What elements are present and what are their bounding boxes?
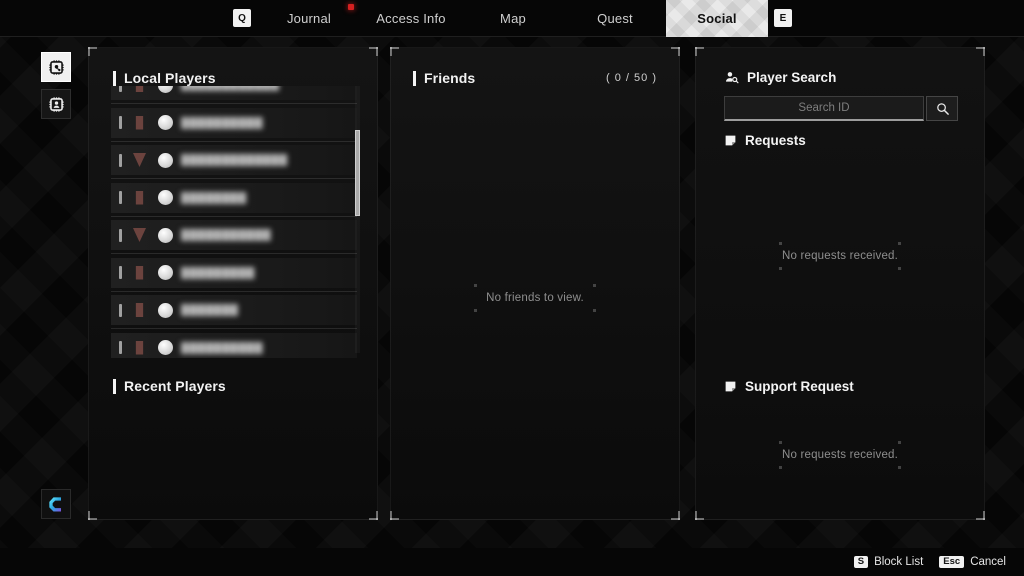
avatar	[158, 302, 173, 318]
player-status-bar-icon	[119, 153, 122, 167]
chip-network-icon	[48, 59, 64, 75]
player-rank-icon	[135, 115, 144, 130]
player-rank-icon	[133, 228, 146, 242]
recent-players-title: Recent Players	[124, 378, 226, 394]
prev-tab-key-q[interactable]: Q	[233, 9, 251, 27]
friends-count: ( 0 / 50 )	[606, 72, 657, 84]
local-players-panel: Local Players ██████████ █████████████ ███…	[88, 47, 378, 520]
chip-profile-icon	[48, 96, 64, 112]
support-request-heading: Support Request	[724, 379, 854, 394]
avatar	[158, 152, 173, 168]
tab-map[interactable]: Map	[462, 0, 564, 37]
requests-heading: Requests	[724, 133, 806, 148]
recent-players-heading: Recent Players	[113, 378, 226, 394]
search-id-input[interactable]	[724, 96, 924, 121]
player-status-bar-icon	[119, 191, 122, 204]
player-search-heading: Player Search	[724, 70, 836, 85]
player-name: ████████████	[181, 86, 279, 91]
heading-accent-bar	[413, 70, 416, 86]
local-player-row[interactable]: ███████	[111, 295, 357, 329]
avatar	[158, 86, 173, 93]
player-name: █████████	[181, 266, 255, 279]
local-player-row[interactable]: ████████████	[111, 86, 357, 104]
player-rank-icon	[133, 153, 146, 167]
footer-hint-cancel[interactable]: Esc Cancel	[939, 555, 1006, 569]
player-name: ███████████	[181, 229, 272, 241]
heading-accent-bar	[113, 378, 116, 394]
hint-label: Cancel	[970, 556, 1006, 568]
search-submit-button[interactable]	[926, 96, 958, 121]
note-icon	[724, 380, 737, 393]
scrollbar-thumb[interactable]	[355, 130, 360, 216]
requests-empty-message: No requests received.	[781, 250, 899, 262]
local-player-row[interactable]: ████████	[111, 182, 357, 217]
support-empty-message: No requests received.	[781, 449, 899, 461]
player-search-panel: Player Search Requests No requ	[695, 47, 985, 520]
player-name: ████████	[181, 191, 247, 204]
footer-hint-bar: S Block List Esc Cancel	[0, 548, 1024, 576]
player-rank-icon	[135, 303, 144, 317]
avatar	[158, 190, 173, 205]
heading-accent-bar	[113, 70, 116, 86]
player-name: █████████████	[181, 154, 288, 166]
player-search-bar	[724, 96, 958, 121]
local-player-row[interactable]: █████████████	[111, 145, 357, 179]
hint-label: Block List	[874, 556, 924, 568]
social-screen: Q JournalAccess InfoMapQuestSocial E	[0, 0, 1024, 576]
top-navigation-bar: Q Journal Access Info Map Quest Social E	[0, 0, 1024, 37]
avatar	[158, 227, 173, 243]
rail-item-chip-network[interactable]	[41, 52, 71, 82]
nav-tab-list: Journal Access Info Map Quest Social	[258, 0, 768, 37]
player-status-bar-icon	[119, 116, 122, 129]
tab-social[interactable]: Social	[666, 0, 768, 37]
friends-panel: Friends ( 0 / 50 ) No friends to view.	[390, 47, 680, 520]
notification-dot-icon	[348, 4, 354, 10]
local-player-row[interactable]: ██████████	[111, 107, 357, 142]
player-rank-icon	[135, 265, 144, 280]
player-name: ███████	[181, 304, 239, 316]
friends-empty-message: No friends to view.	[486, 292, 584, 304]
player-status-bar-icon	[119, 228, 122, 242]
note-icon	[724, 134, 737, 147]
tab-access-info[interactable]: Access Info	[360, 0, 462, 37]
player-status-bar-icon	[119, 86, 122, 92]
player-status-bar-icon	[119, 266, 122, 279]
player-search-icon	[724, 70, 739, 85]
next-tab-key-e[interactable]: E	[774, 9, 792, 27]
local-players-scrollbar[interactable]	[355, 86, 360, 353]
tab-quest[interactable]: Quest	[564, 0, 666, 37]
requests-title: Requests	[745, 133, 806, 148]
player-status-bar-icon	[119, 303, 122, 317]
footer-hint-block-list[interactable]: S Block List	[853, 555, 924, 569]
player-rank-icon	[135, 86, 144, 92]
player-name: ██████████	[181, 341, 263, 354]
key-badge: Esc	[939, 555, 965, 569]
key-badge: S	[853, 555, 869, 569]
player-name: ██████████	[181, 116, 263, 129]
local-player-row[interactable]: █████████	[111, 257, 357, 292]
avatar	[158, 115, 173, 130]
avatar	[158, 340, 173, 355]
friends-title: Friends	[424, 70, 476, 86]
local-players-heading: Local Players	[113, 70, 216, 86]
local-player-row[interactable]: ██████████	[111, 332, 357, 358]
local-player-row[interactable]: ███████████	[111, 220, 357, 254]
support-request-title: Support Request	[745, 379, 854, 394]
local-players-title: Local Players	[124, 70, 216, 86]
rail-item-chip-profile[interactable]	[41, 89, 71, 119]
player-status-bar-icon	[119, 341, 122, 354]
game-logo-button[interactable]	[41, 489, 71, 519]
magnifier-icon	[936, 103, 949, 115]
local-players-list[interactable]: ██████████ █████████████ ████████ █████████…	[111, 86, 357, 358]
player-search-title: Player Search	[747, 70, 837, 85]
player-rank-icon	[135, 340, 144, 355]
tab-journal[interactable]: Journal	[258, 0, 360, 37]
game-logo-icon	[49, 497, 61, 512]
friends-heading: Friends	[413, 70, 475, 86]
player-rank-icon	[135, 190, 144, 205]
avatar	[158, 265, 173, 280]
